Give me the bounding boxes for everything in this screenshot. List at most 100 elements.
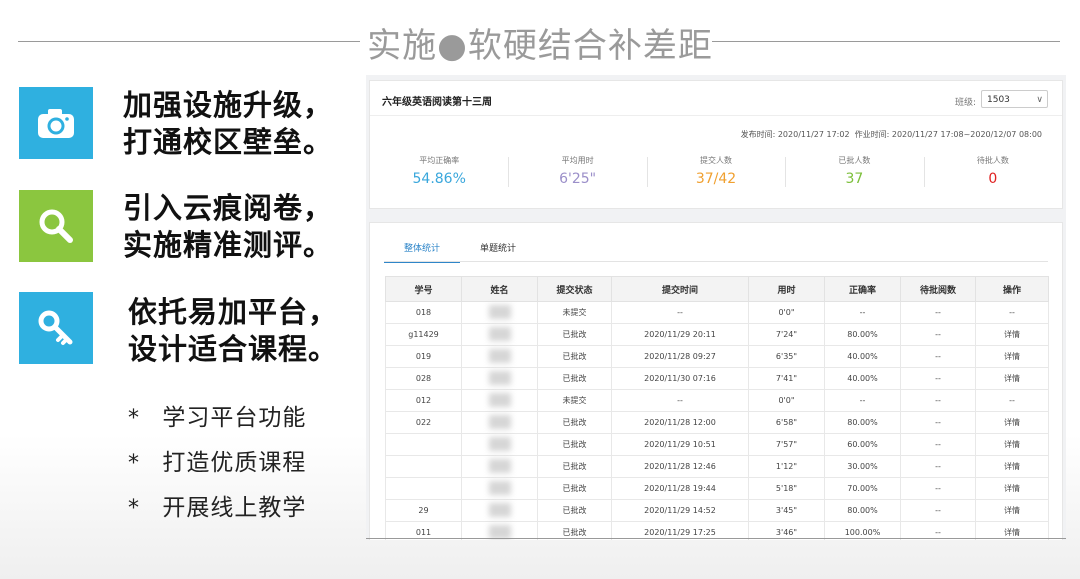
- cell-accuracy: 80.00%: [824, 411, 901, 434]
- class-label: 班级:: [955, 98, 977, 108]
- camera-icon: [19, 87, 93, 159]
- detail-link[interactable]: 详情: [975, 367, 1049, 390]
- column-header: 提交状态: [537, 276, 612, 302]
- cell-status: 已批改: [537, 367, 612, 390]
- cell-submit-time: --: [611, 301, 749, 324]
- cell-name-blurred: [461, 345, 538, 368]
- tabs-divider: [384, 261, 1048, 262]
- stat-average-accuracy: 平均正确率 54.86%: [412, 156, 466, 187]
- cell-status: 未提交: [537, 301, 612, 324]
- feature-2-text: 引入云痕阅卷， 实施精准测评。: [123, 191, 334, 262]
- detail-link[interactable]: 详情: [975, 499, 1049, 522]
- homework-times: 发布时间: 2020/11/27 17:02 作业时间: 2020/11/27 …: [740, 130, 1042, 139]
- cell-student-id: [385, 455, 462, 478]
- cell-accuracy: 70.00%: [824, 477, 901, 500]
- cell-status: 未提交: [537, 389, 612, 412]
- cell-action: --: [975, 389, 1049, 412]
- cell-student-id: 012: [385, 389, 462, 412]
- detail-link[interactable]: 详情: [975, 455, 1049, 478]
- cell-status: 已批改: [537, 477, 612, 500]
- table-row: 018 未提交 -- 0'0" -- -- --: [385, 301, 1049, 324]
- cell-name-blurred: [461, 389, 538, 412]
- cell-status: 已批改: [537, 323, 612, 346]
- cell-name-blurred: [461, 455, 538, 478]
- cell-student-id: 022: [385, 411, 462, 434]
- bullet-list: * 学习平台功能 * 打造优质课程 * 开展线上教学: [128, 396, 306, 531]
- cell-pending: --: [900, 367, 976, 390]
- cell-name-blurred: [461, 477, 538, 500]
- title-rule-left: [18, 41, 360, 42]
- cell-accuracy: 40.00%: [824, 345, 901, 368]
- column-header: 学号: [385, 276, 462, 302]
- tab-question-stats[interactable]: 单题统计: [460, 241, 536, 262]
- cell-action: --: [975, 301, 1049, 324]
- table-row: 已批改 2020/11/28 12:46 1'12" 30.00% -- 详情: [385, 455, 1049, 478]
- column-header: 提交时间: [611, 276, 749, 302]
- cell-duration: 5'18": [748, 477, 825, 500]
- feature-1-text: 加强设施升级， 打通校区壁垒。: [123, 88, 334, 159]
- stat-pending-count: 待批人数 0: [923, 155, 1062, 187]
- cell-submit-time: 2020/11/29 10:51: [611, 433, 749, 456]
- detail-link[interactable]: 详情: [975, 411, 1049, 434]
- detail-link[interactable]: 详情: [975, 433, 1049, 456]
- cell-accuracy: --: [824, 389, 901, 412]
- cell-name-blurred: [461, 367, 538, 390]
- detail-link[interactable]: 详情: [975, 323, 1049, 346]
- cell-pending: --: [900, 433, 976, 456]
- cell-status: 已批改: [537, 411, 612, 434]
- cell-duration: 7'57": [748, 433, 825, 456]
- feature-3-text: 依托易加平台， 设计适合课程。: [128, 295, 339, 366]
- cell-duration: 0'0": [748, 389, 825, 412]
- cell-duration: 7'41": [748, 367, 825, 390]
- detail-link[interactable]: 详情: [975, 477, 1049, 500]
- cell-pending: --: [900, 323, 976, 346]
- cell-duration: 1'12": [748, 455, 825, 478]
- table-row: 022 已批改 2020/11/28 12:00 6'58" 80.00% -- 详情: [385, 411, 1049, 434]
- cell-accuracy: 60.00%: [824, 433, 901, 456]
- cell-status: 已批改: [537, 455, 612, 478]
- cell-accuracy: 40.00%: [824, 367, 901, 390]
- column-header: 待批阅数: [900, 276, 976, 302]
- cell-status: 已批改: [537, 433, 612, 456]
- table-row: 已批改 2020/11/28 19:44 5'18" 70.00% -- 详情: [385, 477, 1049, 500]
- student-table: 学号 姓名 提交状态 提交时间 用时 正确率 待批阅数 操作 018 未提交 -- 0…: [385, 276, 1049, 540]
- homework-title: 六年级英语阅读第十三周: [382, 97, 492, 108]
- cell-name-blurred: [461, 433, 538, 456]
- cell-submit-time: 2020/11/28 12:46: [611, 455, 749, 478]
- table-row: 019 已批改 2020/11/28 09:27 6'35" 40.00% -- 详情: [385, 345, 1049, 368]
- cell-submit-time: 2020/11/28 19:44: [611, 477, 749, 500]
- cell-submit-time: --: [611, 389, 749, 412]
- cell-duration: 0'0": [748, 301, 825, 324]
- title-rule-right: [712, 41, 1060, 42]
- cell-student-id: [385, 433, 462, 456]
- cell-accuracy: 80.00%: [824, 323, 901, 346]
- column-header: 用时: [748, 276, 825, 302]
- cell-student-id: 29: [385, 499, 462, 522]
- table-row: 29 已批改 2020/11/29 14:52 3'45" 80.00% -- 详情: [385, 499, 1049, 522]
- key-icon: [19, 292, 93, 364]
- cell-pending: --: [900, 499, 976, 522]
- stats-row: 平均正确率 54.86% 平均用时 6'25" 提交人数 37/42 已批人数 …: [370, 155, 1062, 187]
- class-select[interactable]: 1503 ∨: [981, 90, 1048, 108]
- cell-student-id: 019: [385, 345, 462, 368]
- stat-submitted-count: 提交人数 37/42: [646, 155, 785, 187]
- bullet-item: * 打造优质课程: [128, 450, 307, 476]
- cell-student-id: 018: [385, 301, 462, 324]
- table-row: 028 已批改 2020/11/30 07:16 7'41" 40.00% -- 详情: [385, 367, 1049, 390]
- magnifier-icon: [19, 190, 93, 262]
- tab-overall-stats[interactable]: 整体统计: [384, 241, 461, 263]
- cell-accuracy: 30.00%: [824, 455, 901, 478]
- detail-link[interactable]: 详情: [975, 345, 1049, 368]
- screenshot-bottom-rule: [366, 538, 1066, 539]
- table-row: g11429 已批改 2020/11/29 20:11 7'24" 80.00% -- 详情: [385, 323, 1049, 346]
- cell-submit-time: 2020/11/28 09:27: [611, 345, 749, 368]
- cell-student-id: g11429: [385, 323, 462, 346]
- cell-accuracy: 80.00%: [824, 499, 901, 522]
- column-header: 正确率: [824, 276, 901, 302]
- cell-pending: --: [900, 455, 976, 478]
- tab-bar: 整体统计 单题统计: [384, 241, 536, 263]
- cell-pending: --: [900, 345, 976, 368]
- divider: [370, 115, 1062, 116]
- cell-name-blurred: [461, 323, 538, 346]
- cell-pending: --: [900, 301, 976, 324]
